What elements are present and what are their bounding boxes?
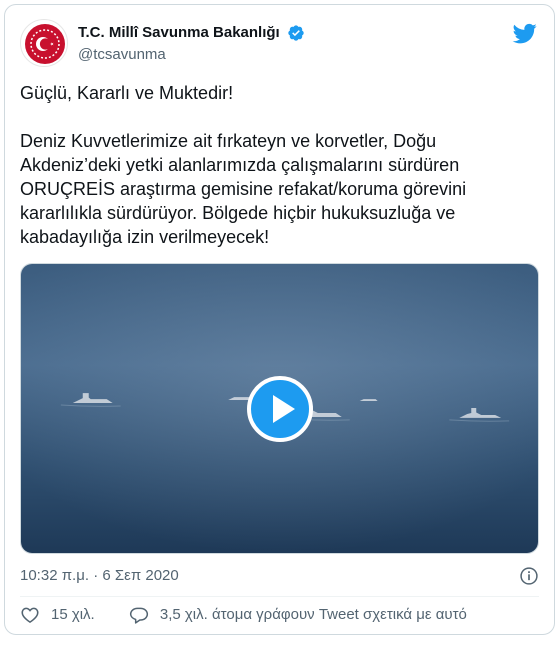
conversation-link[interactable]: 3,5 χιλ. άτομα γράφουν Tweet σχετικά με … bbox=[129, 604, 467, 626]
play-icon[interactable] bbox=[247, 376, 313, 442]
display-name[interactable]: T.C. Millî Savunma Bakanlığı bbox=[78, 23, 280, 43]
twitter-bird-icon[interactable] bbox=[512, 21, 537, 46]
tweet-card: T.C. Millî Savunma Bakanlığı @tcsavunma … bbox=[4, 4, 555, 635]
tweet-header: T.C. Millî Savunma Bakanlığı @tcsavunma bbox=[20, 19, 539, 69]
heart-icon bbox=[21, 607, 39, 623]
user-handle[interactable]: @tcsavunma bbox=[78, 45, 305, 65]
info-icon[interactable] bbox=[519, 566, 539, 586]
video-player[interactable] bbox=[20, 263, 539, 554]
tweet-paragraph: Güçlü, Kararlı ve Muktedir! bbox=[20, 83, 234, 103]
author-names: T.C. Millî Savunma Bakanlığı @tcsavunma bbox=[78, 23, 305, 65]
conversation-text: 3,5 χιλ. άτομα γράφουν Tweet σχετικά με … bbox=[159, 606, 467, 623]
timestamp[interactable]: 10:32 π.μ. · 6 Σεπ 2020 bbox=[20, 566, 179, 586]
reply-bubble-icon bbox=[129, 607, 148, 624]
like-count: 15 χιλ. bbox=[51, 606, 95, 623]
verified-badge-icon bbox=[288, 25, 304, 41]
divider bbox=[20, 596, 539, 597]
like-button[interactable]: 15 χιλ. bbox=[20, 604, 95, 626]
tweet-actions: 15 χιλ. 3,5 χιλ. άτομα γράφουν Tweet σχε… bbox=[20, 604, 497, 628]
avatar[interactable] bbox=[20, 19, 68, 67]
tweet-paragraph: Deniz Kuvvetlerimize ait fırkateyn ve ko… bbox=[20, 131, 467, 247]
tweet-text: Güçlü, Kararlı ve Muktedir! Deniz Kuvvet… bbox=[20, 81, 539, 249]
